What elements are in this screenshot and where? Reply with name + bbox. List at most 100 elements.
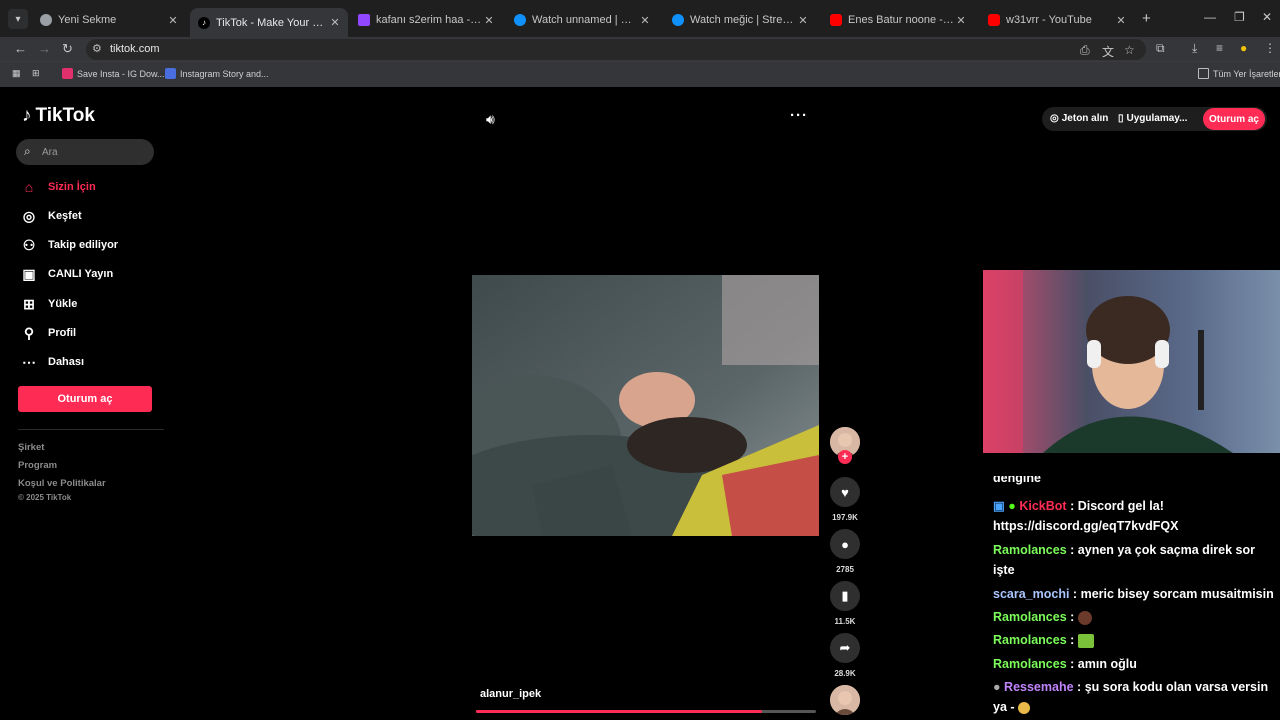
- install-app-icon[interactable]: ⎙: [1080, 43, 1090, 58]
- header-login-button[interactable]: Oturum aç: [1203, 108, 1265, 130]
- bookmark-star-icon[interactable]: ☆: [1124, 43, 1135, 57]
- download-icon[interactable]: ⤓: [1192, 41, 1197, 56]
- chat-separator: :: [1077, 680, 1082, 694]
- video-author[interactable]: alanur_ipek: [480, 688, 541, 700]
- nav-label: Yükle: [48, 298, 78, 310]
- all-bookmarks-folder[interactable]: Tüm Yer İşaretleri: [1198, 68, 1280, 79]
- close-icon[interactable]: ✕: [482, 14, 496, 27]
- nav-label: Keşfet: [48, 210, 82, 222]
- new-tab-button[interactable]: +: [1142, 10, 1151, 27]
- tab-search-button[interactable]: ▾: [8, 9, 28, 29]
- bookmark-icon: ▮: [841, 588, 849, 603]
- close-icon[interactable]: ✕: [954, 14, 968, 27]
- footer-link-terms[interactable]: Koşul ve Politikalar: [18, 478, 106, 489]
- live-icon: ▣: [22, 265, 36, 282]
- chat-username[interactable]: scara_mochi: [993, 587, 1069, 601]
- apps-icon[interactable]: ▦: [12, 68, 21, 79]
- search-box[interactable]: ⌕: [16, 139, 154, 165]
- tab-title: kafanı s2erim haa - Twitch: [376, 14, 482, 26]
- volume-icon[interactable]: 🔊︎: [486, 111, 495, 128]
- heart-icon: ♥: [841, 484, 849, 500]
- tab-title: w31vrr - YouTube: [1006, 14, 1092, 26]
- close-icon[interactable]: ✕: [328, 16, 342, 29]
- save-button[interactable]: ▮: [830, 581, 860, 611]
- compass-icon: ◎: [22, 207, 36, 224]
- tab-new-tab[interactable]: Yeni Sekme ✕: [32, 9, 186, 31]
- bookmark-folder-label: Tüm Yer İşaretleri: [1213, 68, 1280, 79]
- site-info-icon[interactable]: ⚙: [92, 42, 102, 55]
- comment-button[interactable]: ●: [830, 529, 860, 559]
- tab-title: Watch unnamed | Streamable: [532, 14, 638, 26]
- close-window-icon[interactable]: ✕: [1262, 10, 1272, 24]
- footer-link-company[interactable]: Şirket: [18, 442, 44, 453]
- back-icon[interactable]: ←: [14, 41, 27, 56]
- nav-upload[interactable]: ⊞ Yükle: [20, 295, 77, 313]
- forward-icon[interactable]: →: [38, 41, 51, 56]
- browser-toolbar: ← → ↻ ⚙ tiktok.com ⎙ 文 ☆ ⧉ ⤓ ≡ ● ⋮: [0, 37, 1280, 61]
- nav-label: Profil: [48, 327, 77, 339]
- share-button[interactable]: ➦: [830, 633, 860, 663]
- url-text[interactable]: tiktok.com: [110, 43, 160, 55]
- grid-icon[interactable]: ⊞: [32, 68, 40, 79]
- address-bar[interactable]: ⚙ tiktok.com ⎙ 文 ☆: [86, 39, 1146, 60]
- footer-link-program[interactable]: Program: [18, 460, 57, 471]
- youtube-icon: [830, 14, 842, 26]
- more-icon: ⋯: [22, 353, 36, 370]
- tiktok-logo[interactable]: ♪ TikTok: [22, 105, 95, 127]
- get-app-button[interactable]: ▯ Uygulamay...: [1118, 107, 1187, 129]
- restore-icon[interactable]: ❐: [1234, 10, 1245, 24]
- nav-for-you[interactable]: ⌂ Sizin İçin: [20, 178, 96, 196]
- folder-icon: [1198, 68, 1209, 79]
- get-app-label: Uygulamay...: [1126, 112, 1188, 124]
- minimize-icon[interactable]: —: [1204, 10, 1216, 24]
- chat-username[interactable]: Ramolances: [993, 633, 1067, 647]
- bookmark-instagram-story[interactable]: Instagram Story and...: [165, 68, 269, 79]
- video-frame: [472, 275, 819, 536]
- follow-button[interactable]: +: [838, 450, 852, 464]
- chat-username[interactable]: KickBot: [1019, 499, 1066, 513]
- close-icon[interactable]: ✕: [796, 14, 810, 27]
- logo-text: TikTok: [35, 105, 95, 126]
- tab-streamable-1[interactable]: Watch unnamed | Streamable ✕: [506, 9, 658, 31]
- tab-tiktok[interactable]: ♪ TikTok - Make Your Day ✕: [190, 8, 348, 37]
- search-input[interactable]: [42, 139, 150, 165]
- profile-icon: ⚲: [23, 324, 35, 341]
- nav-more[interactable]: ⋯ Dahası: [20, 353, 84, 371]
- more-options-icon[interactable]: ···: [790, 107, 808, 124]
- close-icon[interactable]: ✕: [638, 14, 652, 27]
- chat-separator: :: [1070, 610, 1075, 624]
- bookmark-save-insta[interactable]: Save Insta - IG Dow...: [62, 68, 165, 79]
- extensions-icon[interactable]: ⧉: [1156, 41, 1165, 56]
- reload-icon[interactable]: ↻: [62, 41, 73, 57]
- close-icon[interactable]: ✕: [166, 14, 180, 27]
- tab-streamable-2[interactable]: Watch meğic | Streamable ✕: [664, 9, 816, 31]
- chat-username[interactable]: Ramolances: [993, 543, 1067, 557]
- next-video-avatar[interactable]: [830, 685, 860, 715]
- chat-username[interactable]: Ressemahe: [1004, 680, 1074, 694]
- chat-username[interactable]: Ramolances: [993, 610, 1067, 624]
- coin-icon: ◎: [1050, 112, 1059, 124]
- login-button[interactable]: Oturum aç: [18, 386, 152, 412]
- tab-youtube-1[interactable]: Enes Batur noone - YouTube ✕: [822, 9, 974, 31]
- nav-following[interactable]: ⚇ Takip ediliyor: [20, 236, 118, 254]
- video-progress-bar[interactable]: [476, 710, 816, 713]
- nav-live[interactable]: ▣ CANLI Yayın: [20, 265, 113, 283]
- close-icon[interactable]: ✕: [1114, 14, 1128, 27]
- emote-icon: [1018, 701, 1031, 714]
- menu-kebab-icon[interactable]: ⋮: [1264, 41, 1276, 55]
- media-icon[interactable]: ≡: [1216, 41, 1223, 55]
- profile-avatar-icon[interactable]: ●: [1240, 41, 1247, 55]
- tab-youtube-2[interactable]: w31vrr - YouTube ✕: [980, 9, 1134, 31]
- emote-icon: [1077, 610, 1092, 625]
- get-coins-button[interactable]: ◎ Jeton alın: [1050, 107, 1108, 129]
- nav-explore[interactable]: ◎ Keşfet: [20, 207, 82, 225]
- like-button[interactable]: ♥: [830, 477, 860, 507]
- chat-username[interactable]: Ramolances: [993, 657, 1067, 671]
- nav-profile[interactable]: ⚲ Profil: [20, 324, 76, 342]
- nav-label: Takip ediliyor: [48, 239, 119, 251]
- tab-twitch[interactable]: kafanı s2erim haa - Twitch ✕: [350, 9, 502, 31]
- translate-icon[interactable]: 文: [1102, 43, 1114, 60]
- user-badge-icon: ●: [993, 680, 1001, 694]
- youtube-icon: [988, 14, 1000, 26]
- video-player[interactable]: [472, 275, 819, 536]
